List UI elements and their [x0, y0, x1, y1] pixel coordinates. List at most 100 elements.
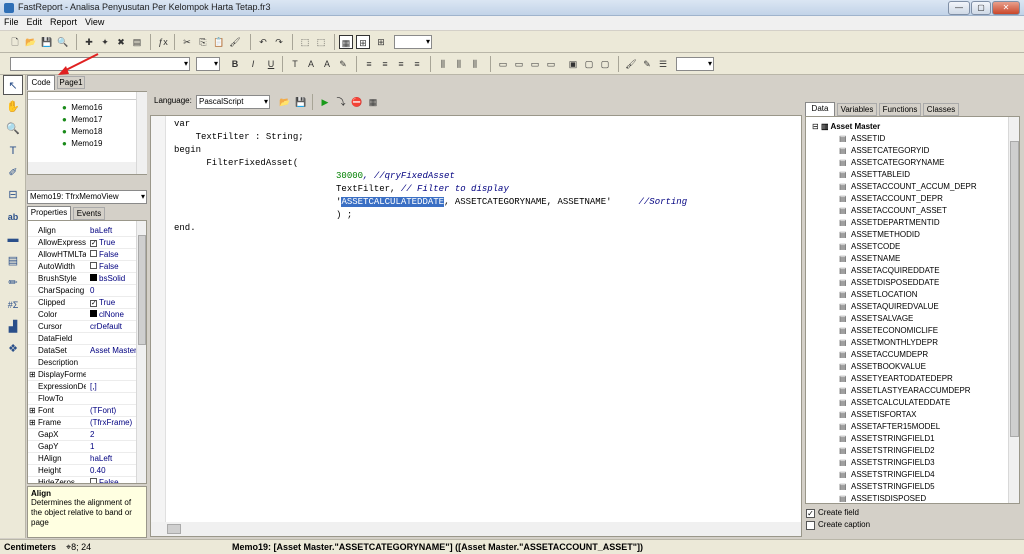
sysmemo-icon[interactable]: #Σ	[3, 295, 23, 315]
valign-bottom-icon[interactable]: ⫼	[468, 57, 482, 71]
valign-center-icon[interactable]: ⫼	[452, 57, 466, 71]
open-script-icon[interactable]: 📂	[278, 95, 292, 109]
tab-classes[interactable]: Classes	[923, 103, 959, 116]
data-field-item[interactable]: ▤ ASSETSTRINGFIELD1	[806, 433, 1006, 445]
data-field-item[interactable]: ▤ ASSETECONOMICLIFE	[806, 325, 1006, 337]
property-row[interactable]: GapX 2	[28, 429, 136, 441]
new-dialog-icon[interactable]: ✦	[98, 35, 112, 49]
data-field-item[interactable]: ▤ ASSETLOCATION	[806, 289, 1006, 301]
delete-page-icon[interactable]: ✖	[114, 35, 128, 49]
data-field-item[interactable]: ▤ ASSETNAME	[806, 253, 1006, 265]
undo-icon[interactable]: ↶	[256, 35, 270, 49]
checkbox-icon[interactable]	[90, 250, 97, 257]
property-row[interactable]: FlowTo	[28, 393, 136, 405]
data-field-item[interactable]: ▤ ASSETSTRINGFIELD2	[806, 445, 1006, 457]
evaluate-icon[interactable]: ▦	[366, 95, 380, 109]
highlight-icon[interactable]: A	[320, 57, 334, 71]
data-field-item[interactable]: ▤ ASSETSTRINGFIELD5	[806, 481, 1006, 493]
zoom-select[interactable]	[394, 35, 432, 49]
paste-icon[interactable]: 📋	[212, 35, 226, 49]
code-line[interactable]: var	[174, 118, 687, 131]
redo-icon[interactable]: ↷	[272, 35, 286, 49]
property-row[interactable]: Description	[28, 357, 136, 369]
open-icon[interactable]: 📂	[24, 35, 38, 49]
checkbox-icon[interactable]: ✓	[90, 240, 97, 247]
property-row[interactable]: ExpressionDe [,]	[28, 381, 136, 393]
data-field-item[interactable]: ▤ ASSETLASTYEARACCUMDEPR	[806, 385, 1006, 397]
show-grid-icon[interactable]: ▦	[339, 35, 353, 49]
data-field-item[interactable]: ▤ ASSETACCUMDEPR	[806, 349, 1006, 361]
code-line[interactable]: FilterFixedAsset(	[174, 157, 687, 170]
select-tool-icon[interactable]: ↖	[3, 75, 23, 95]
data-field-item[interactable]: ▤ ASSETTABLEID	[806, 169, 1006, 181]
property-row[interactable]: ⊞ Frame (TfrxFrame)	[28, 417, 136, 429]
variables-icon[interactable]: ƒx	[156, 35, 170, 49]
frame-style-icon[interactable]: ☰	[656, 57, 670, 71]
tree-item[interactable]: ● Memo17	[62, 114, 102, 126]
tab-data[interactable]: Data	[805, 102, 835, 116]
property-row[interactable]: DataField	[28, 333, 136, 345]
text-tool-icon[interactable]: T	[3, 141, 23, 161]
tab-events[interactable]: Events	[73, 207, 105, 220]
menu-edit[interactable]: Edit	[23, 16, 47, 28]
other-objects-icon[interactable]: ❖	[3, 339, 23, 359]
new-page-icon[interactable]: ✚	[82, 35, 96, 49]
align-left-icon[interactable]: ≡	[362, 57, 376, 71]
data-field-item[interactable]: ▤ ASSETACQUIREDDATE	[806, 265, 1006, 277]
property-row[interactable]: GapY 1	[28, 441, 136, 453]
create-caption-checkbox[interactable]	[806, 521, 815, 530]
group-icon[interactable]: ⬚	[298, 35, 312, 49]
frame-bottom-icon[interactable]: ▭	[512, 57, 526, 71]
property-row[interactable]: ⊞ Font (TFont)	[28, 405, 136, 417]
data-field-item[interactable]: ▤ ASSETSTRINGFIELD4	[806, 469, 1006, 481]
data-field-item[interactable]: ▤ ASSETCATEGORYNAME	[806, 157, 1006, 169]
tab-variables[interactable]: Variables	[837, 103, 877, 116]
property-row[interactable]: Align baLeft	[28, 225, 136, 237]
expand-icon[interactable]: ⊞	[29, 369, 36, 381]
tree-hscrollbar[interactable]	[28, 162, 136, 174]
checkbox-icon[interactable]	[90, 478, 97, 483]
language-select[interactable]: PascalScript	[196, 95, 270, 109]
save-icon[interactable]: 💾	[40, 35, 54, 49]
font-size-select[interactable]	[196, 57, 220, 71]
frame-left-icon[interactable]: ▭	[528, 57, 542, 71]
frame-top-icon[interactable]: ▭	[496, 57, 510, 71]
chart-object-icon[interactable]: ▟	[3, 317, 23, 337]
close-button[interactable]: ✕	[992, 1, 1020, 15]
fill-color-icon[interactable]: 🖌	[624, 57, 638, 71]
dataset-node[interactable]: ⊟ ▥ Asset Master	[812, 121, 880, 133]
font-settings-icon[interactable]: T	[288, 57, 302, 71]
menu-report[interactable]: Report	[46, 16, 81, 28]
expand-icon[interactable]: ⊞	[29, 405, 36, 417]
property-row[interactable]: HideZeros False	[28, 477, 136, 483]
code-line[interactable]: 30000, //qryFixedAsset	[174, 170, 687, 183]
tab-functions[interactable]: Functions	[879, 103, 921, 116]
property-scrollbar[interactable]	[136, 221, 146, 483]
frame-color-icon[interactable]: ✎	[640, 57, 654, 71]
text-object-icon[interactable]: ab	[3, 207, 23, 227]
data-field-item[interactable]: ▤ ASSETBOOKVALUE	[806, 361, 1006, 373]
stop-script-icon[interactable]: ⛔	[350, 95, 364, 109]
property-row[interactable]: HAlign haLeft	[28, 453, 136, 465]
copy-icon[interactable]: ⎘	[196, 35, 210, 49]
code-line[interactable]: end.	[174, 222, 687, 235]
align-justify-icon[interactable]: ≡	[410, 57, 424, 71]
tab-code[interactable]: Code	[27, 75, 55, 90]
maximize-button[interactable]: ▢	[971, 1, 991, 15]
property-row[interactable]: Clipped ✓ True	[28, 297, 136, 309]
tree-scrollbar[interactable]	[136, 92, 147, 174]
cut-icon[interactable]: ✂	[180, 35, 194, 49]
format-painter-icon[interactable]: 🖌	[228, 35, 242, 49]
data-field-item[interactable]: ▤ ASSETCALCULATEDDATE	[806, 397, 1006, 409]
hand-tool-icon[interactable]: ✋	[3, 97, 23, 117]
new-icon[interactable]: 🗋	[8, 35, 22, 49]
rotation-icon[interactable]: ✎	[336, 57, 350, 71]
data-field-item[interactable]: ▤ ASSETISDISPOSED	[806, 493, 1006, 503]
property-row[interactable]: DataSet Asset Master	[28, 345, 137, 357]
data-field-item[interactable]: ▤ ASSETDEPARTMENTID	[806, 217, 1006, 229]
code-line[interactable]: begin	[174, 144, 687, 157]
data-field-item[interactable]: ▤ ASSETCODE	[806, 241, 1006, 253]
preview-icon[interactable]: 🔍	[56, 35, 70, 49]
insert-band-icon[interactable]: ⊟	[3, 185, 23, 205]
bold-icon[interactable]: B	[228, 57, 242, 71]
